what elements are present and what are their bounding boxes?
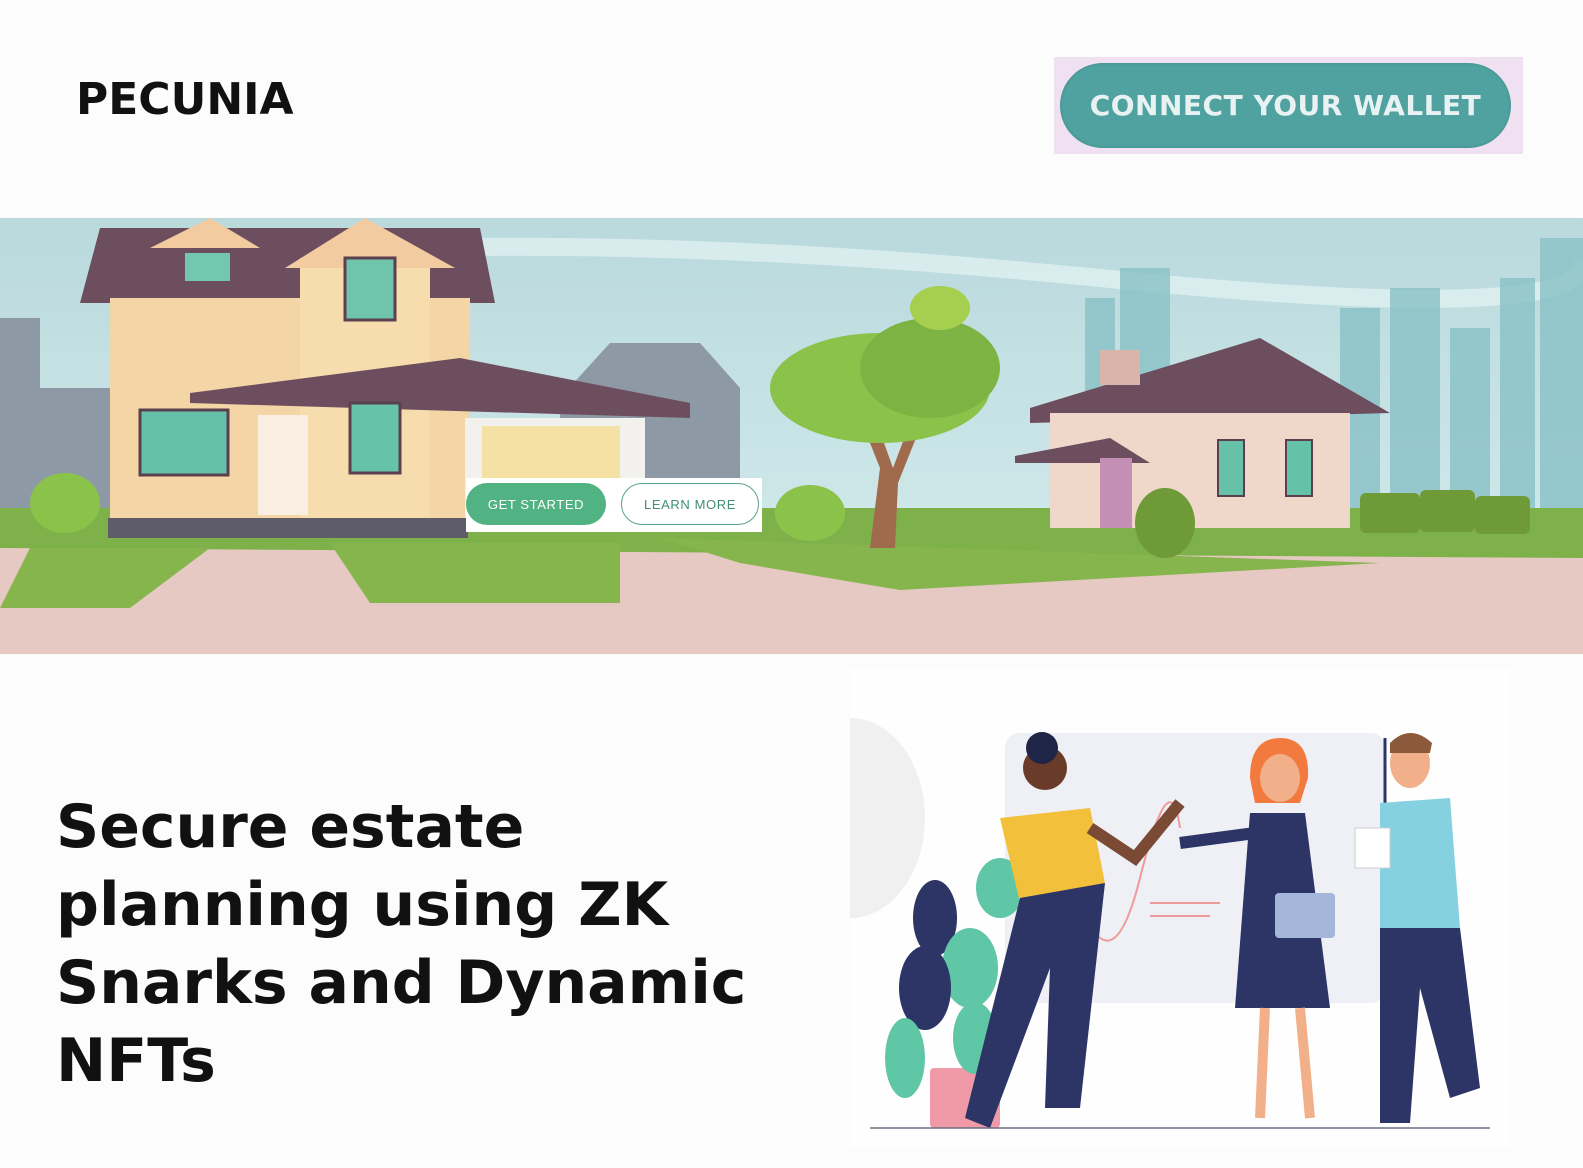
hero-headline: Secure estate planning using ZK Snarks a… — [56, 792, 747, 1096]
learn-more-button[interactable]: LEARN MORE — [621, 483, 759, 525]
hero-banner: GET STARTED LEARN MORE — [0, 218, 1583, 654]
hero-button-group: GET STARTED LEARN MORE — [466, 478, 762, 532]
team-whiteboard-illustration — [850, 668, 1510, 1148]
brand-logo-text[interactable]: PECUNIA — [76, 74, 294, 125]
get-started-button[interactable]: GET STARTED — [466, 483, 606, 525]
neighborhood-illustration — [0, 218, 1583, 654]
wallet-button-container: CONNECT YOUR WALLET — [1054, 57, 1523, 154]
connect-wallet-button[interactable]: CONNECT YOUR WALLET — [1060, 63, 1511, 148]
